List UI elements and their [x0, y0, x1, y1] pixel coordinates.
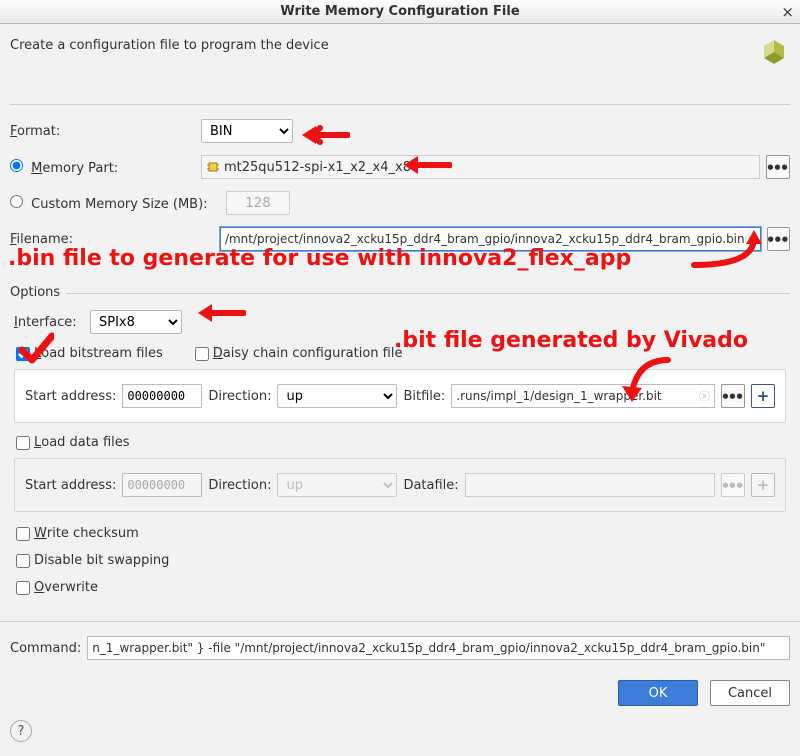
interface-row: IInterface:nterface: SPIx8 — [14, 310, 786, 334]
format-label: Format: — [10, 124, 195, 139]
bitfile-label: Bitfile: — [403, 389, 445, 404]
custom-size-label: Custom Memory Size (MB): — [10, 195, 220, 212]
dialog-content: Create a configuration file to program t… — [0, 24, 800, 716]
memory-part-value: mt25qu512-spi-x1_x2_x4_x8 — [224, 160, 411, 175]
subtitle: Create a configuration file to program t… — [10, 38, 329, 53]
clear-icon[interactable]: ⓧ — [699, 388, 710, 404]
direction-data-select: up — [277, 473, 397, 497]
ok-button[interactable]: OK — [618, 680, 698, 706]
header-row: Create a configuration file to program t… — [10, 38, 790, 105]
interface-label: IInterface:nterface: — [14, 315, 84, 330]
cancel-button[interactable]: Cancel — [710, 680, 790, 706]
window-title: Write Memory Configuration File — [280, 4, 519, 19]
filename-browse-button[interactable]: ●●● — [767, 227, 790, 251]
command-row: Command: n_1_wrapper.bit" } -file "/mnt/… — [10, 636, 790, 660]
command-field[interactable]: n_1_wrapper.bit" } -file "/mnt/project/i… — [87, 636, 790, 660]
load-bitstream-checkbox[interactable]: Load bitstream files — [16, 346, 163, 361]
write-checksum-input[interactable] — [16, 527, 30, 541]
start-address-input[interactable] — [122, 384, 202, 408]
direction-select[interactable]: up — [277, 384, 397, 408]
interface-select[interactable]: SPIx8 — [90, 310, 182, 334]
write-checksum-checkbox[interactable]: Write checksum — [16, 526, 786, 541]
format-select[interactable]: BIN — [201, 119, 293, 143]
bitfile-value: .runs/impl_1/design_1_wrapper.bit — [456, 389, 661, 403]
load-bitstream-input[interactable] — [16, 347, 30, 361]
divider — [0, 621, 800, 622]
memory-part-field[interactable]: mt25qu512-spi-x1_x2_x4_x8 — [201, 155, 760, 179]
bitstream-box: Start address: Direction: up Bitfile: .r… — [14, 369, 786, 423]
chip-icon — [206, 160, 220, 174]
button-row: OK Cancel — [10, 680, 790, 706]
command-label: Command: — [10, 641, 81, 656]
datafile-label: Datafile: — [403, 478, 458, 493]
daisy-chain-input[interactable] — [195, 347, 209, 361]
datafile-box: Start address: Direction: up Datafile: ●… — [14, 458, 786, 512]
filename-value: /mnt/project/innova2_xcku15p_ddr4_bram_g… — [225, 232, 745, 246]
direction-label-data: Direction: — [208, 478, 271, 493]
start-address-data-input — [122, 473, 202, 497]
memory-part-label: Memory Part: — [10, 159, 195, 176]
command-value: n_1_wrapper.bit" } -file "/mnt/project/i… — [92, 641, 765, 655]
filename-label: Filename: — [10, 232, 214, 247]
memory-part-browse-button[interactable]: ●●● — [766, 155, 790, 179]
bitstream-checkbox-row: Load bitstream files Daisy chain configu… — [16, 346, 786, 361]
datafile-input — [465, 473, 715, 497]
daisy-chain-checkbox[interactable]: Daisy chain configuration file — [195, 346, 403, 361]
datafile-browse-button: ●●● — [721, 473, 745, 497]
start-address-label-data: Start address: — [25, 478, 116, 493]
options-legend: Options — [10, 285, 66, 300]
add-bitfile-button[interactable]: + — [751, 384, 775, 408]
titlebar: Write Memory Configuration File × — [0, 0, 800, 24]
clear-icon[interactable]: ⓧ — [745, 231, 756, 247]
disable-bit-swapping-input[interactable] — [16, 554, 30, 568]
bitfile-browse-button[interactable]: ●●● — [721, 384, 745, 408]
help-button[interactable]: ? — [10, 720, 32, 742]
filename-input[interactable]: /mnt/project/innova2_xcku15p_ddr4_bram_g… — [220, 227, 761, 251]
disable-bit-swapping-checkbox[interactable]: Disable bit swapping — [16, 553, 786, 568]
extra-checks: Write checksum Disable bit swapping Over… — [16, 526, 786, 595]
overwrite-input[interactable] — [16, 581, 30, 595]
memory-part-row: Memory Part: mt25qu512-spi-x1_x2_x4_x8 ●… — [10, 155, 790, 179]
custom-size-row: Custom Memory Size (MB): — [10, 191, 790, 215]
load-data-input[interactable] — [16, 436, 30, 450]
overwrite-checkbox[interactable]: Overwrite — [16, 580, 786, 595]
custom-size-radio[interactable] — [10, 195, 23, 208]
format-row: Format: BIN — [10, 119, 790, 143]
start-address-label: Start address: — [25, 389, 116, 404]
datafile-checkbox-row: Load data files — [16, 435, 786, 450]
load-data-checkbox[interactable]: Load data files — [16, 435, 130, 450]
custom-size-input — [226, 191, 290, 215]
app-logo — [760, 38, 790, 68]
options-fieldset: Options IInterface:nterface: SPIx8 Load … — [10, 293, 790, 609]
bitfile-input[interactable]: .runs/impl_1/design_1_wrapper.bit ⓧ — [451, 384, 715, 408]
memory-part-radio[interactable] — [10, 159, 23, 172]
add-datafile-button: + — [751, 473, 775, 497]
filename-row: Filename: /mnt/project/innova2_xcku15p_d… — [10, 227, 790, 251]
direction-label: Direction: — [208, 389, 271, 404]
close-icon[interactable]: × — [781, 3, 794, 21]
